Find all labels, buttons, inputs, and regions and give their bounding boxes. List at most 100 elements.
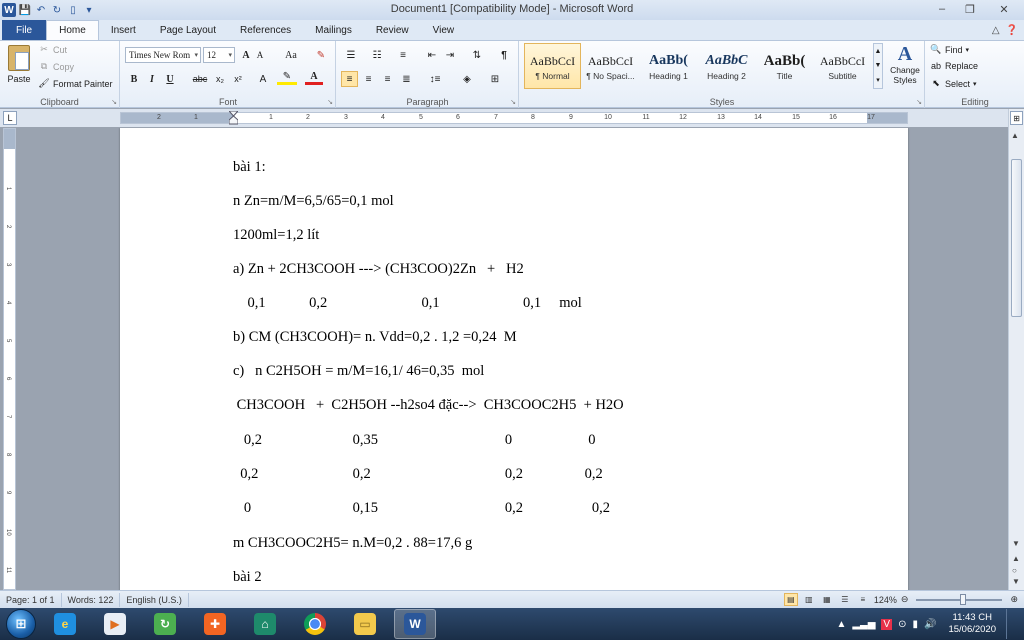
italic-button[interactable]: I	[145, 71, 159, 87]
signal-icon[interactable]: ▂▃▅	[852, 619, 875, 630]
volume-icon[interactable]: 🔊	[924, 619, 936, 630]
font-color-icon[interactable]: A	[305, 71, 323, 85]
grow-font-button[interactable]: A	[239, 47, 253, 63]
styles-scroll[interactable]: ▲ ▼ ▾	[873, 43, 883, 89]
font-launcher-icon[interactable]: ↘	[327, 98, 333, 106]
zoom-level[interactable]: 124%	[874, 595, 897, 605]
clock[interactable]: 11:43 CH 15/06/2020	[948, 612, 996, 636]
vertical-ruler[interactable]: 1 2 3 4 5 6 7 8 9 10 11	[3, 128, 16, 590]
document-line[interactable]: a) Zn + 2CH3COOH ---> (CH3COO)2Zn + H2	[233, 261, 524, 278]
document-line[interactable]: c) n C2H5OH = m/M=16,1/ 46=0,35 mol	[233, 363, 484, 380]
taskbar-network-app[interactable]: ⌂	[244, 609, 286, 639]
previous-page-icon[interactable]: ▲	[1012, 554, 1020, 563]
print-layout-icon[interactable]: ▤	[783, 593, 798, 606]
line-spacing-icon[interactable]: ↕≡	[425, 71, 445, 87]
font-name-select[interactable]: Times New Rom ▾	[125, 47, 201, 63]
restore-button[interactable]: ❐	[956, 0, 984, 18]
taskbar-shield-app[interactable]: ✚	[194, 609, 236, 639]
scroll-thumb[interactable]	[1011, 159, 1022, 317]
change-styles-button[interactable]: A Change Styles	[886, 43, 924, 91]
show-formatting-icon[interactable]: ¶	[497, 47, 511, 63]
style-heading-1[interactable]: AaBb( Heading 1	[640, 43, 697, 89]
strikethrough-button[interactable]: abc	[191, 71, 209, 87]
customize-qat-icon[interactable]: ▾	[82, 3, 96, 17]
outline-icon[interactable]: ☰	[838, 593, 852, 606]
replace-button[interactable]: ab Replace	[930, 61, 978, 71]
style-heading-2[interactable]: AaBbC Heading 2	[698, 43, 755, 89]
minimize-button[interactable]: –	[928, 0, 956, 18]
styles-launcher-icon[interactable]: ↘	[916, 98, 922, 106]
find-button[interactable]: 🔍 Find ▾	[930, 44, 969, 55]
start-button[interactable]: ⊞	[6, 609, 36, 639]
help-icon[interactable]: ❓	[1006, 25, 1018, 36]
text-effects-icon[interactable]: A	[255, 71, 271, 87]
taskbar-media-player[interactable]: ▶	[94, 609, 136, 639]
document-line[interactable]: 0,1 0,2 0,1 0,1 mol	[233, 295, 582, 312]
sort-icon[interactable]: ⇅	[469, 47, 485, 63]
zoom-in-icon[interactable]: ⊕	[1010, 594, 1018, 605]
tab-page-layout[interactable]: Page Layout	[148, 20, 228, 40]
justify-icon[interactable]: ≣	[398, 71, 415, 87]
taskbar-internet-explorer[interactable]: e	[44, 609, 86, 639]
superscript-button[interactable]: x²	[231, 71, 245, 87]
shrink-font-button[interactable]: A	[254, 47, 266, 63]
font-size-select[interactable]: 12 ▾	[203, 47, 235, 63]
shading-icon[interactable]: ◈	[457, 71, 477, 87]
align-right-icon[interactable]: ≡	[379, 71, 396, 87]
copy-button[interactable]: ⧉ Copy	[38, 61, 74, 72]
style-no-spacing[interactable]: AaBbCcI ¶ No Spaci...	[582, 43, 639, 89]
style-title[interactable]: AaBb( Title	[756, 43, 813, 89]
tab-selector[interactable]: L	[3, 111, 17, 125]
align-center-icon[interactable]: ≡	[360, 71, 377, 87]
show-hidden-icons-icon[interactable]: ▲	[836, 619, 846, 630]
document-page[interactable]: bài 1: n Zn=m/M=6,5/65=0,1 mol 1200ml=1,…	[120, 128, 908, 590]
tab-file[interactable]: File	[2, 20, 47, 40]
web-layout-icon[interactable]: ▦	[820, 593, 834, 606]
show-desktop-button[interactable]	[1006, 609, 1016, 639]
numbering-icon[interactable]: ☷	[367, 47, 387, 63]
chevron-down-icon[interactable]: ▼	[875, 62, 882, 69]
document-line[interactable]: bài 1:	[233, 159, 266, 176]
save-icon[interactable]: 💾	[18, 3, 32, 17]
scroll-down-icon[interactable]: ▼	[1012, 539, 1020, 548]
select-button[interactable]: ⬉ Select ▾	[930, 78, 976, 89]
horizontal-ruler[interactable]: 2 1 1 2 3 4 5 6 7 8 9 10 11 12 13 14 15 …	[120, 111, 908, 125]
document-line[interactable]: 0 0,15 0,2 0,2	[233, 500, 610, 517]
taskbar-word[interactable]: W	[394, 609, 436, 639]
style-normal[interactable]: AaBbCcI ¶ Normal	[524, 43, 581, 89]
tab-view[interactable]: View	[421, 20, 467, 40]
increase-indent-icon[interactable]: ⇥	[443, 47, 457, 63]
change-case-button[interactable]: Aa	[281, 47, 301, 63]
undo-icon[interactable]: ↶	[34, 3, 48, 17]
tab-review[interactable]: Review	[364, 20, 421, 40]
document-line[interactable]: m CH3COOC2H5= n.M=0,2 . 88=17,6 g	[233, 535, 472, 552]
paste-button[interactable]: Paste	[4, 43, 34, 93]
zoom-slider[interactable]	[916, 593, 1003, 605]
clear-formatting-icon[interactable]: ✎	[313, 47, 329, 63]
scroll-up-icon[interactable]: ▲	[1011, 131, 1019, 140]
new-document-icon[interactable]: ▯	[66, 3, 80, 17]
document-line[interactable]: 0,2 0,2 0,2 0,2	[233, 466, 603, 483]
zoom-out-icon[interactable]: ⊖	[901, 594, 909, 605]
browse-object-icon[interactable]: ○	[1012, 566, 1017, 575]
bullets-icon[interactable]: ☰	[341, 47, 361, 63]
redo-icon[interactable]: ↻	[50, 3, 64, 17]
document-line[interactable]: bài 2	[233, 569, 262, 586]
word-logo-icon[interactable]: W	[2, 3, 16, 17]
view-ruler-icon[interactable]: ⊞	[1010, 111, 1023, 125]
document-line[interactable]: 0,2 0,35 0 0	[233, 432, 596, 449]
multilevel-list-icon[interactable]: ≡	[393, 47, 413, 63]
next-page-icon[interactable]: ▼	[1012, 577, 1020, 586]
cut-button[interactable]: ✂ Cut	[38, 44, 67, 55]
indent-marker-icon[interactable]	[229, 111, 238, 125]
format-painter-button[interactable]: 🖌 Format Painter	[38, 78, 112, 89]
style-subtitle[interactable]: AaBbCcI Subtitle	[814, 43, 871, 89]
paragraph-launcher-icon[interactable]: ↘	[510, 98, 516, 106]
tab-insert[interactable]: Insert	[99, 20, 148, 40]
power-icon[interactable]: ▮	[912, 619, 918, 630]
language-indicator[interactable]: English (U.S.)	[120, 592, 189, 607]
decrease-indent-icon[interactable]: ⇤	[425, 47, 439, 63]
network-icon[interactable]: ⊙	[898, 619, 906, 630]
antivirus-icon[interactable]: V	[881, 618, 893, 630]
taskbar-file-explorer[interactable]: ▭	[344, 609, 386, 639]
